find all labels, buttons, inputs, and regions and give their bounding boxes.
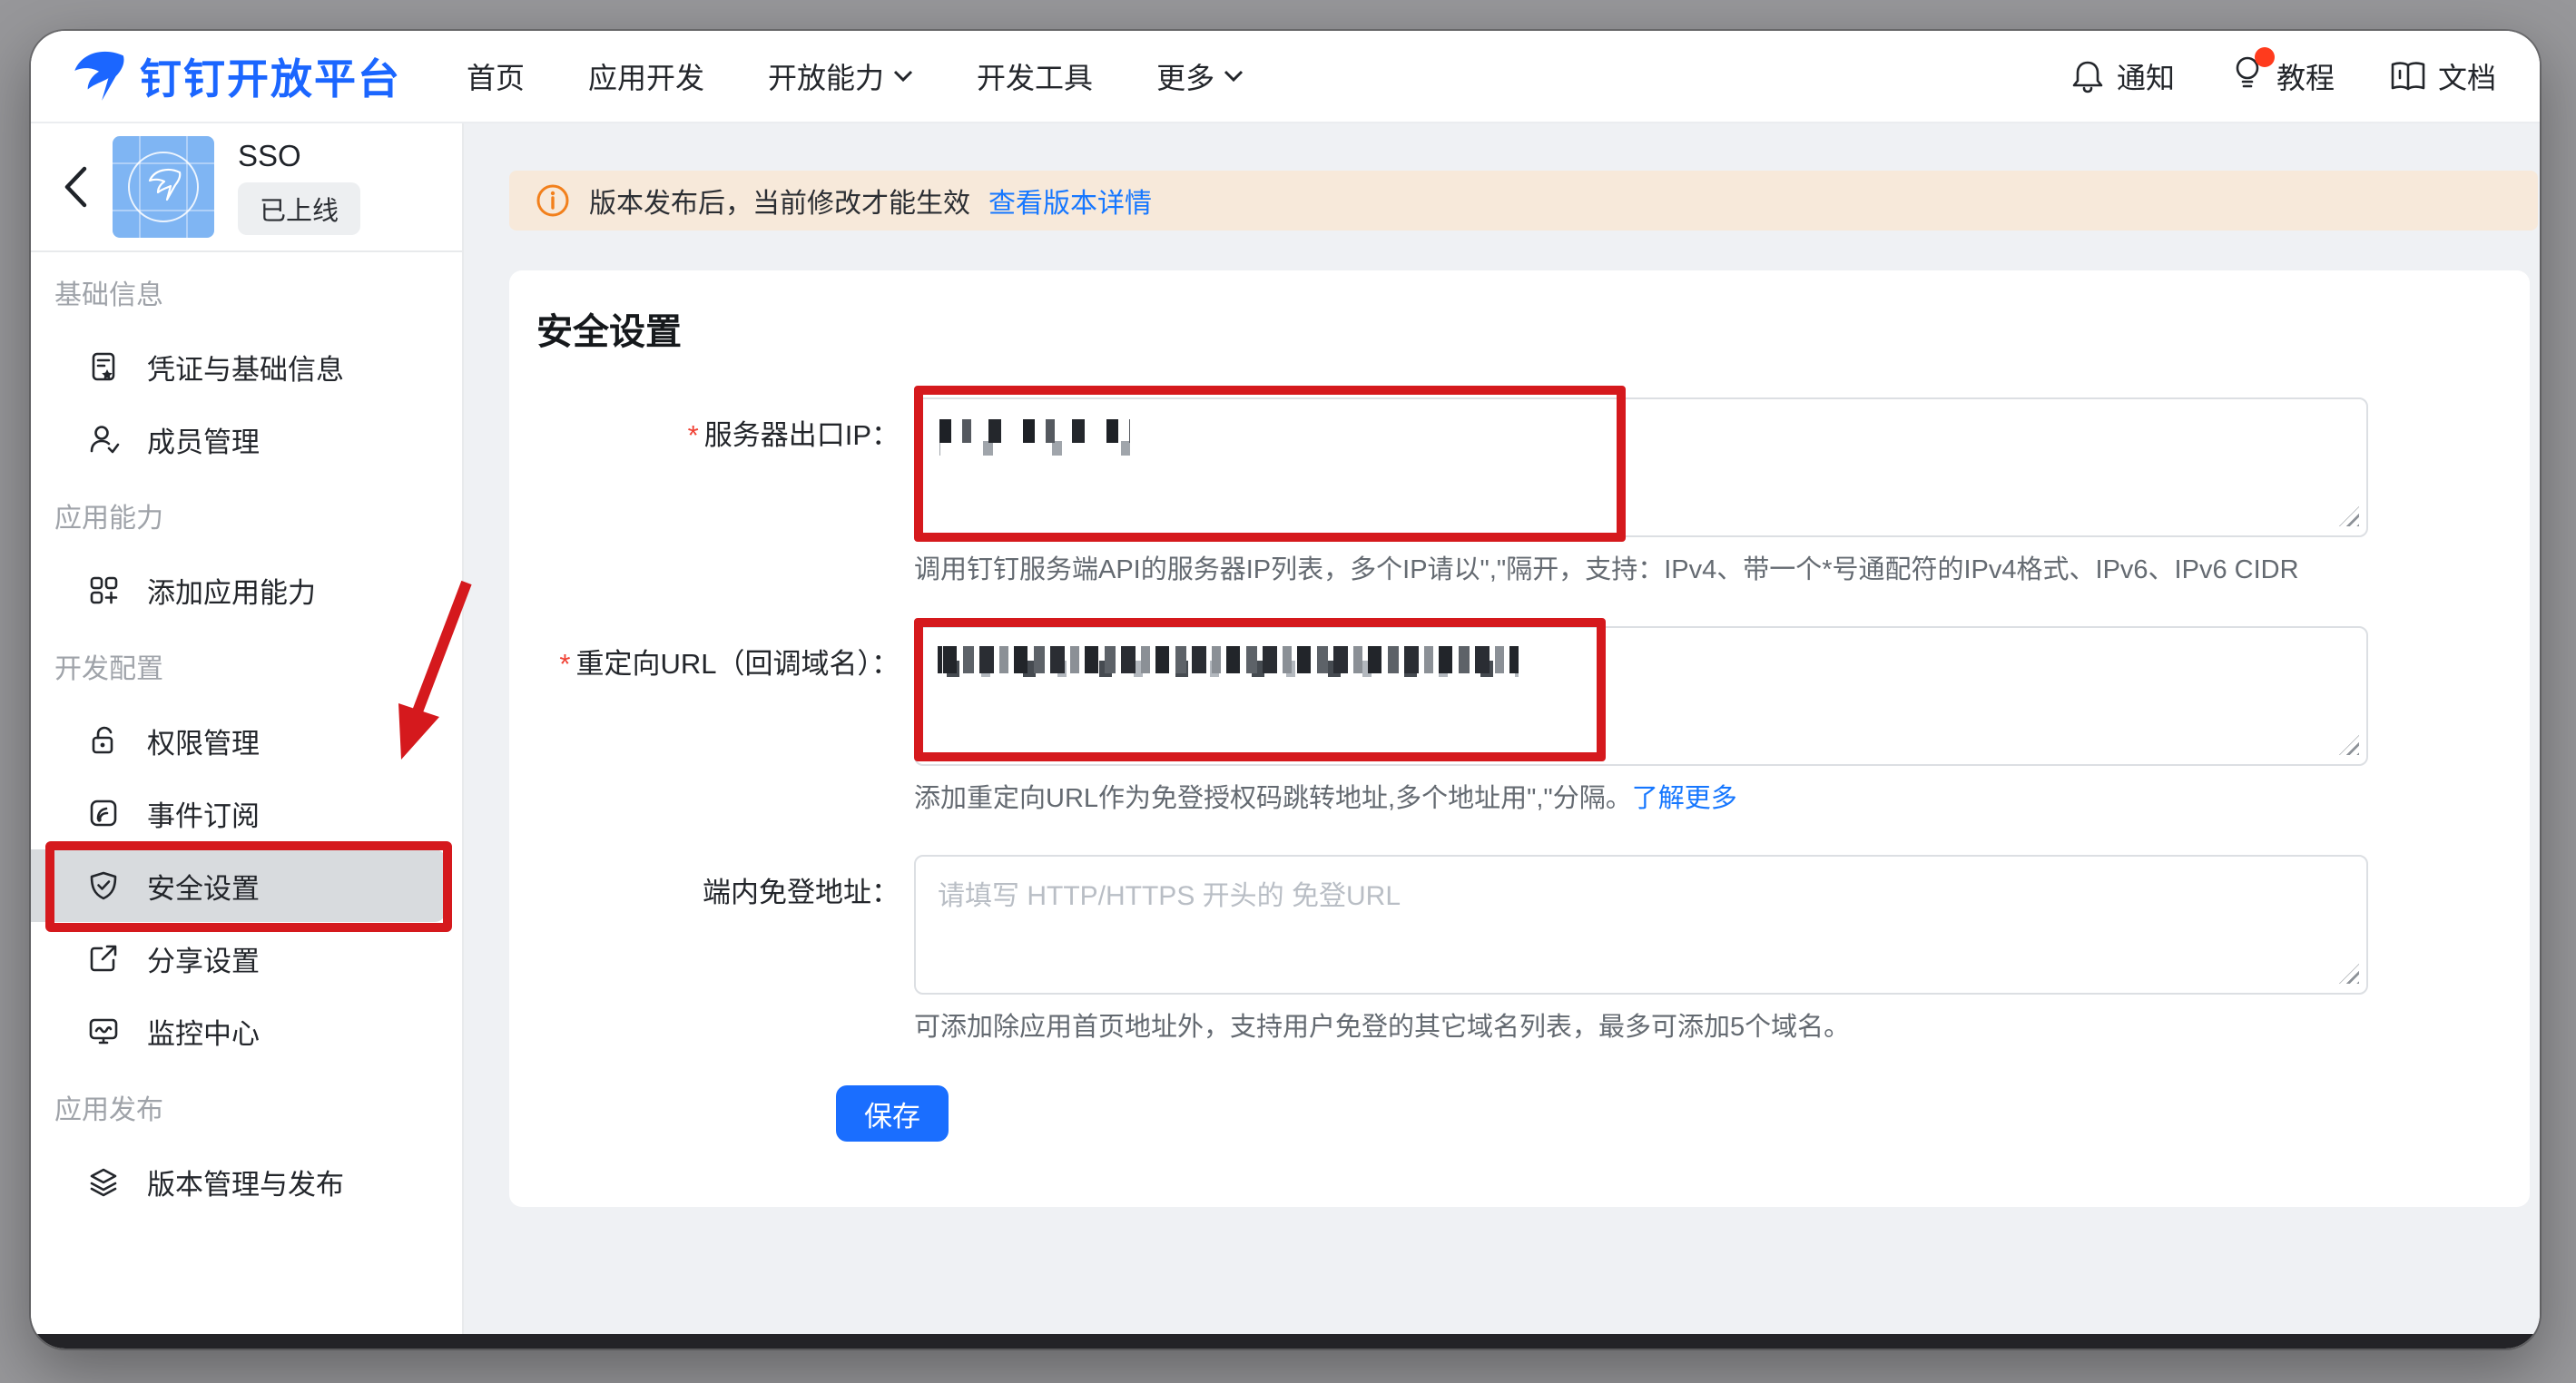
sidebar-nav: 基础信息 凭证与基础信息 成员管理 bbox=[31, 252, 462, 1218]
permission-icon bbox=[87, 724, 120, 757]
book-icon bbox=[2389, 58, 2427, 94]
window-bottom-edge bbox=[31, 1334, 2540, 1349]
sso-url-textarea[interactable] bbox=[914, 855, 2368, 995]
logo-text: 钉钉开放平台 bbox=[140, 46, 401, 106]
server-ip-label: *服务器出口IP： bbox=[536, 397, 900, 586]
sidebar-item-version-release[interactable]: 版本管理与发布 bbox=[31, 1145, 462, 1218]
form-row-redirect-url: *重定向URL（回调域名）： 添加重定向URL作为免登授权码跳转地址,多个地址用… bbox=[536, 626, 2530, 815]
sidebar-item-permissions[interactable]: 权限管理 bbox=[31, 704, 462, 777]
layers-icon bbox=[87, 1165, 120, 1198]
event-subscribe-icon bbox=[87, 797, 120, 829]
version-notice-banner: 版本发布后，当前修改才能生效 查看版本详情 bbox=[509, 171, 2538, 230]
back-button[interactable] bbox=[54, 160, 96, 214]
sidebar-item-security-settings[interactable]: 安全设置 bbox=[31, 849, 446, 922]
sidebar-item-members[interactable]: 成员管理 bbox=[31, 403, 462, 476]
section-dev-config: 开发配置 bbox=[31, 626, 462, 704]
top-navigation: 钉钉开放平台 首页 应用开发 开放能力 开发工具 更多 bbox=[31, 31, 2540, 123]
dingtalk-logo[interactable]: 钉钉开放平台 bbox=[67, 46, 401, 106]
sidebar: SSO 已上线 基础信息 凭证与基础信息 bbox=[31, 123, 464, 1334]
monitor-icon bbox=[87, 1015, 120, 1047]
section-app-capability: 应用能力 bbox=[31, 476, 462, 554]
sidebar-item-credentials[interactable]: 凭证与基础信息 bbox=[31, 330, 462, 403]
sidebar-item-share-settings[interactable]: 分享设置 bbox=[31, 922, 462, 995]
sidebar-item-event-subscribe[interactable]: 事件订阅 bbox=[31, 777, 462, 849]
dingtalk-wing-icon bbox=[67, 46, 127, 106]
browser-window: 钉钉开放平台 首页 应用开发 开放能力 开发工具 更多 bbox=[31, 31, 2540, 1349]
nav-right-actions: 通知 教程 文档 bbox=[2070, 54, 2496, 98]
banner-text: 版本发布后，当前修改才能生效 bbox=[589, 181, 970, 221]
server-ip-helper: 调用钉钉服务端API的服务器IP列表，多个IP请以","隔开，支持：IPv4、带… bbox=[914, 548, 2368, 586]
chevron-left-icon bbox=[63, 166, 88, 208]
security-settings-form: *服务器出口IP： 调用钉钉服务端API的服务器IP列表，多个IP请以","隔开… bbox=[536, 397, 2530, 1142]
app-icon bbox=[113, 136, 214, 238]
save-button[interactable]: 保存 bbox=[836, 1085, 949, 1142]
shield-check-icon bbox=[87, 869, 120, 902]
sso-url-helper: 可添加除应用首页地址外，支持用户免登的其它域名列表，最多可添加5个域名。 bbox=[914, 1005, 2368, 1044]
redirect-url-textarea[interactable] bbox=[914, 626, 2368, 766]
nav-item-dev-tools[interactable]: 开发工具 bbox=[977, 55, 1093, 97]
info-circle-icon bbox=[535, 182, 571, 219]
learn-more-link[interactable]: 了解更多 bbox=[1632, 784, 1737, 813]
chevron-down-icon bbox=[893, 70, 913, 83]
nav-item-more[interactable]: 更多 bbox=[1156, 55, 1244, 97]
section-basic-info: 基础信息 bbox=[31, 252, 462, 330]
sso-url-label: 端内免登地址： bbox=[536, 855, 900, 1044]
app-header: SSO 已上线 bbox=[31, 123, 462, 252]
main-content: 版本发布后，当前修改才能生效 查看版本详情 安全设置 *服务器出口IP： bbox=[464, 123, 2540, 1334]
security-settings-card: 安全设置 *服务器出口IP： bbox=[509, 270, 2530, 1207]
tutorial-button[interactable]: 教程 bbox=[2229, 54, 2335, 98]
form-row-sso-url: 端内免登地址： 可添加除应用首页地址外，支持用户免登的其它域名列表，最多可添加5… bbox=[536, 855, 2530, 1044]
section-app-release: 应用发布 bbox=[31, 1067, 462, 1145]
nav-menu: 首页 应用开发 开放能力 开发工具 更多 bbox=[467, 55, 1244, 97]
nav-item-app-dev[interactable]: 应用开发 bbox=[588, 55, 704, 97]
page-title: 安全设置 bbox=[536, 307, 2530, 358]
add-capability-icon bbox=[87, 574, 120, 606]
server-ip-textarea[interactable] bbox=[914, 397, 2368, 537]
nav-item-open-capability[interactable]: 开放能力 bbox=[768, 55, 913, 97]
notifications-button[interactable]: 通知 bbox=[2070, 55, 2175, 97]
notification-dot bbox=[2255, 47, 2275, 67]
member-icon bbox=[87, 423, 120, 456]
chevron-down-icon bbox=[1224, 70, 1244, 83]
form-row-server-ip: *服务器出口IP： 调用钉钉服务端API的服务器IP列表，多个IP请以","隔开… bbox=[536, 397, 2530, 586]
redirect-url-label: *重定向URL（回调域名）： bbox=[536, 626, 900, 815]
sidebar-item-add-capability[interactable]: 添加应用能力 bbox=[31, 554, 462, 626]
share-icon bbox=[87, 942, 120, 975]
nav-item-home[interactable]: 首页 bbox=[467, 55, 525, 97]
sidebar-item-monitor-center[interactable]: 监控中心 bbox=[31, 995, 462, 1067]
required-mark: * bbox=[688, 419, 699, 451]
bell-icon bbox=[2070, 58, 2106, 94]
view-version-details-link[interactable]: 查看版本详情 bbox=[988, 181, 1152, 221]
status-badge: 已上线 bbox=[238, 182, 360, 235]
required-mark: * bbox=[559, 648, 570, 680]
docs-button[interactable]: 文档 bbox=[2389, 55, 2496, 97]
redirect-url-helper: 添加重定向URL作为免登授权码跳转地址,多个地址用","分隔。了解更多 bbox=[914, 777, 2368, 815]
app-name: SSO bbox=[238, 139, 360, 173]
credential-icon bbox=[87, 350, 120, 383]
